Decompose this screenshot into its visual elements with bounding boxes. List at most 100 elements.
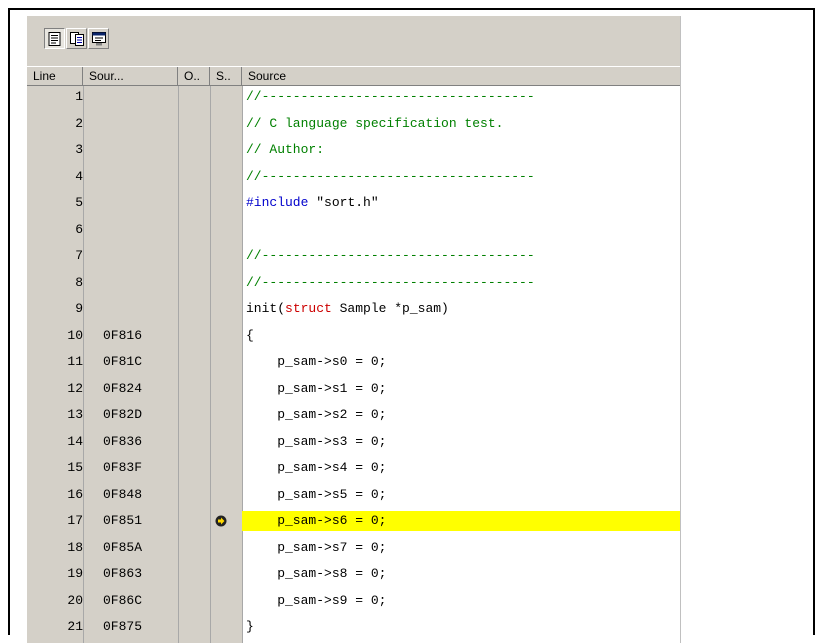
- source-line-row[interactable]: 4 //-----------------------------------: [27, 166, 680, 188]
- mixed-view-button[interactable]: [66, 28, 87, 49]
- source-address: 0F83F: [103, 460, 143, 475]
- source-editor-panel: Line Sour... O.. S.. Source 1 //---------…: [27, 16, 680, 643]
- line-number: 13: [67, 407, 83, 422]
- line-number: 7: [75, 248, 83, 263]
- code-text: init(: [246, 301, 286, 316]
- line-number: 19: [67, 566, 83, 581]
- code-text: p_sam->s1 = 0;: [246, 380, 387, 396]
- panel-edge: [680, 16, 681, 643]
- source-line-row[interactable]: 12 0F824 p_sam->s1 = 0;: [27, 378, 680, 400]
- source-code: //-----------------------------------: [246, 166, 535, 188]
- source-code: init(struct Sample *p_sam): [246, 298, 449, 320]
- line-number: 20: [67, 592, 83, 608]
- line-number: 11: [67, 354, 83, 369]
- source-line-row[interactable]: 18 0F85A p_sam->s7 = 0;: [27, 537, 680, 559]
- source-code: p_sam->s9 = 0;: [246, 590, 386, 612]
- code-text: p_sam->s4 = 0;: [246, 460, 387, 475]
- code-text: p_sam->s7 = 0;: [246, 539, 387, 555]
- code-comment: //-----------------------------------: [246, 248, 535, 263]
- column-header-s[interactable]: S..: [210, 67, 242, 86]
- source-line-row[interactable]: 9 init(struct Sample *p_sam): [27, 298, 680, 320]
- line-number: 8: [75, 274, 83, 290]
- source-code: p_sam->s5 = 0;: [246, 484, 386, 506]
- source-line-row[interactable]: 17 0F851 p_sam->s6 = 0;: [27, 510, 680, 532]
- column-header-line[interactable]: Line: [27, 67, 83, 86]
- keyword: struct: [285, 301, 332, 316]
- line-number: 18: [67, 539, 83, 555]
- source-code: p_sam->s6 = 0;: [246, 510, 386, 532]
- source-view-icon: [48, 32, 61, 46]
- source-code: p_sam->s0 = 0;: [246, 351, 386, 373]
- disassembly-view-icon: [92, 32, 106, 46]
- code-text: p_sam->s5 = 0;: [246, 486, 387, 502]
- source-line-row[interactable]: 6: [27, 219, 680, 241]
- source-address: 0F816: [103, 327, 143, 343]
- source-line-row[interactable]: 5 #include "sort.h": [27, 192, 680, 214]
- source-line-row[interactable]: 8 //-----------------------------------: [27, 272, 680, 294]
- source-address: 0F85A: [103, 539, 143, 555]
- source-code: #include "sort.h": [246, 192, 379, 214]
- column-header-o[interactable]: O..: [178, 67, 210, 86]
- source-line-row[interactable]: 2 // C language specification test.: [27, 113, 680, 135]
- source-address: 0F82D: [103, 407, 143, 422]
- source-address: 0F81C: [103, 354, 143, 369]
- code-comment: // Author:: [246, 142, 325, 157]
- source-line-row[interactable]: 19 0F863 p_sam->s8 = 0;: [27, 563, 680, 585]
- line-number: 9: [75, 301, 83, 316]
- source-line-row[interactable]: 3 // Author:: [27, 139, 680, 161]
- code-text: p_sam->s2 = 0;: [246, 407, 387, 422]
- column-header-row: Line Sour... O.. S.. Source: [27, 66, 680, 86]
- source-address: 0F824: [103, 380, 143, 396]
- code-text: p_sam->s6 = 0;: [246, 513, 387, 528]
- line-number: 12: [67, 380, 83, 396]
- source-code: p_sam->s7 = 0;: [246, 537, 386, 559]
- source-line-row[interactable]: 14 0F836 p_sam->s3 = 0;: [27, 431, 680, 453]
- code-text: p_sam->s3 = 0;: [246, 433, 387, 449]
- mixed-view-icon: [70, 32, 84, 46]
- source-line-row[interactable]: 21 0F875}: [27, 616, 680, 638]
- source-address: 0F86C: [103, 592, 143, 608]
- source-code: {: [246, 325, 254, 347]
- source-line-row[interactable]: 10 0F816 {: [27, 325, 680, 347]
- include-path: "sort.h": [316, 195, 379, 210]
- source-code: //-----------------------------------: [246, 245, 535, 267]
- code-text: p_sam->s0 = 0;: [246, 354, 387, 369]
- source-code: p_sam->s3 = 0;: [246, 431, 386, 453]
- column-header-source[interactable]: Source: [242, 67, 680, 86]
- line-number: 4: [75, 168, 83, 184]
- line-number: 3: [75, 142, 83, 157]
- source-line-row[interactable]: 7 //-----------------------------------: [27, 245, 680, 267]
- code-comment: //-----------------------------------: [246, 168, 535, 184]
- source-line-row[interactable]: 11 0F81C p_sam->s0 = 0;: [27, 351, 680, 373]
- source-code: //-----------------------------------: [246, 272, 535, 294]
- source-line-row[interactable]: 15 0F83F p_sam->s4 = 0;: [27, 457, 680, 479]
- preprocessor-directive: #include: [246, 195, 309, 210]
- line-number: 6: [75, 221, 83, 237]
- source-code: //-----------------------------------: [246, 86, 535, 108]
- code-text: p_sam->s8 = 0;: [246, 566, 387, 581]
- line-number: 16: [67, 486, 83, 502]
- code-comment: //-----------------------------------: [246, 274, 535, 290]
- code-text: p_sam->s9 = 0;: [246, 592, 387, 608]
- source-address: 0F848: [103, 486, 143, 502]
- source-address: 0F836: [103, 433, 143, 449]
- program-counter-arrow-icon: [215, 515, 227, 527]
- source-line-row[interactable]: 16 0F848 p_sam->s5 = 0;: [27, 484, 680, 506]
- column-header-source-address[interactable]: Sour...: [83, 67, 178, 86]
- line-number: 10: [67, 327, 83, 343]
- line-number: 17: [67, 513, 83, 528]
- source-address: 0F875: [103, 619, 143, 634]
- source-code: p_sam->s1 = 0;: [246, 378, 386, 400]
- code-comment: //-----------------------------------: [246, 89, 535, 104]
- source-code: p_sam->s2 = 0;: [246, 404, 386, 426]
- disassembly-view-button[interactable]: [88, 28, 109, 49]
- source-code: p_sam->s4 = 0;: [246, 457, 386, 479]
- code-text: {: [246, 327, 254, 343]
- code-text: }: [246, 619, 254, 634]
- source-line-row[interactable]: 20 0F86C p_sam->s9 = 0;: [27, 590, 680, 612]
- source-line-row[interactable]: 13 0F82D p_sam->s2 = 0;: [27, 404, 680, 426]
- source-line-row[interactable]: 1 //-----------------------------------: [27, 86, 680, 108]
- code-comment: // C language specification test.: [246, 115, 504, 131]
- line-number: 1: [75, 89, 83, 104]
- source-view-button[interactable]: [44, 28, 65, 49]
